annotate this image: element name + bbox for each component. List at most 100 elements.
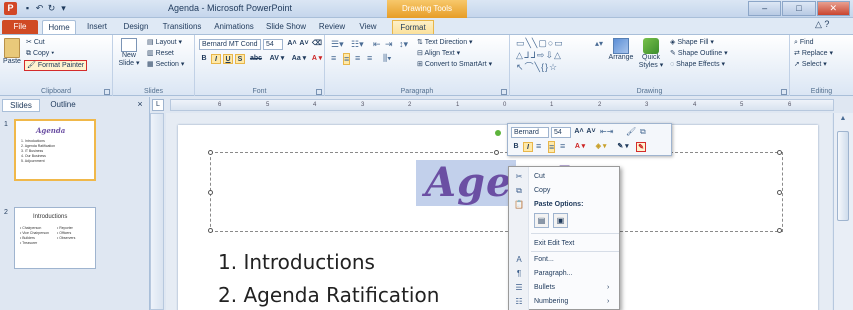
mini-shape-fill-button[interactable]: ◈ ▾ [592, 142, 610, 152]
justify-icon[interactable]: ≡ [367, 53, 372, 63]
tab-stop-selector[interactable]: L [152, 99, 164, 111]
cut-button[interactable]: ✂ Cut [26, 38, 45, 47]
vertical-scrollbar[interactable]: ▲ [833, 113, 853, 310]
tab-insert[interactable]: Insert [80, 20, 114, 34]
tab-transitions[interactable]: Transitions [158, 20, 206, 34]
mini-format-painter-icon[interactable]: 🖌 [626, 127, 636, 137]
font-size-combo[interactable]: 54 [263, 39, 283, 50]
find-button[interactable]: ⌕ Find [794, 38, 814, 47]
close-panel-icon[interactable]: × [134, 99, 146, 111]
mini-font-combo[interactable]: Bernard [511, 127, 549, 138]
close-button[interactable]: ✕ [816, 1, 850, 16]
bullets-icon[interactable]: ☰▾ [331, 39, 344, 49]
resize-handle[interactable] [777, 150, 782, 155]
mini-copy-icon[interactable]: ⧉ [640, 127, 646, 137]
font-color-button[interactable]: A ▾ [310, 54, 324, 64]
minimize-button[interactable]: – [748, 1, 782, 16]
slide-list-item[interactable]: 2. Agenda Ratification [218, 283, 439, 307]
center-icon[interactable]: ≡ [343, 53, 351, 65]
mini-bold-button[interactable]: B [511, 142, 521, 152]
copy-button[interactable]: ⧉ Copy ▾ [26, 49, 54, 58]
mini-indent-icons[interactable]: ⇤⇥ [600, 127, 613, 137]
menu-item-bullets[interactable]: ☰ Bullets › [509, 281, 619, 294]
menu-item-paragraph[interactable]: ¶ Paragraph... [509, 267, 619, 280]
undo-icon[interactable]: ↶ [34, 3, 45, 14]
mini-shrink-font-button[interactable]: A˅ [586, 127, 596, 137]
menu-item-numbering[interactable]: ☷ Numbering › [509, 295, 619, 308]
resize-handle[interactable] [777, 190, 782, 195]
section-button[interactable]: ▦ Section ▾ [147, 60, 184, 69]
scroll-up-icon[interactable]: ▲ [837, 115, 849, 125]
font-dialog-launcher-icon[interactable] [316, 89, 322, 95]
font-name-combo[interactable]: Bernard MT Cond [199, 39, 261, 50]
tab-view[interactable]: View [354, 20, 382, 34]
quick-styles-button[interactable]: Quick Styles ▾ [636, 38, 666, 70]
paste-picture-icon[interactable]: ▣ [553, 213, 568, 228]
shapes-gallery-row3[interactable]: ↖⌒╲{}☆ [516, 62, 594, 72]
dialog-launcher-icon[interactable] [104, 89, 110, 95]
menu-item-copy[interactable]: ⧉ Copy [509, 184, 619, 197]
numbering-icon[interactable]: ☷▾ [351, 39, 364, 49]
tab-animations[interactable]: Animations [210, 20, 258, 34]
align-left-icon[interactable]: ≡ [331, 53, 336, 63]
resize-handle[interactable] [494, 150, 499, 155]
paste-keep-formatting-icon[interactable]: ▤ [534, 213, 549, 228]
tab-slides[interactable]: Slides [2, 99, 40, 112]
shape-effects-button[interactable]: ◌ Shape Effects ▾ [670, 60, 725, 69]
powerpoint-app-icon[interactable]: P [4, 2, 17, 15]
slide-thumbnail-2[interactable]: Introductions • Chairperson • Vice Chair… [14, 207, 96, 269]
mini-shape-outline-button[interactable]: ✎ ▾ [614, 142, 632, 152]
italic-button[interactable]: I [211, 54, 221, 64]
shrink-font-button[interactable]: A˅ [299, 39, 309, 49]
paragraph-dialog-launcher-icon[interactable] [501, 89, 507, 95]
qat-dropdown-icon[interactable]: ▾ [58, 3, 69, 14]
mini-format-painter-button[interactable]: ✎ [636, 142, 646, 152]
redo-icon[interactable]: ↻ [46, 3, 57, 14]
underline-button[interactable]: U [223, 54, 233, 64]
scrollbar-thumb[interactable] [837, 131, 849, 221]
format-painter-button[interactable]: 🖌 Format Painter [24, 60, 88, 71]
shape-fill-button[interactable]: ◈ Shape Fill ▾ [670, 38, 714, 47]
columns-icon[interactable]: ⫼▾ [383, 53, 392, 63]
resize-handle[interactable] [208, 190, 213, 195]
drawing-dialog-launcher-icon[interactable] [781, 89, 787, 95]
mini-font-color-button[interactable]: A ▾ [572, 142, 588, 152]
convert-smartart-button[interactable]: ⊞ Convert to SmartArt ▾ [417, 60, 492, 69]
tab-outline[interactable]: Outline [42, 99, 84, 112]
change-case-button[interactable]: Aa ▾ [289, 54, 309, 64]
tab-review[interactable]: Review [314, 20, 350, 34]
decrease-indent-icon[interactable]: ⇤ [373, 39, 381, 49]
align-right-icon[interactable]: ≡ [355, 53, 360, 63]
mini-italic-button[interactable]: I [523, 142, 533, 152]
tab-file[interactable]: File [2, 20, 38, 34]
bold-button[interactable]: B [199, 54, 209, 64]
paste-button[interactable]: Paste [2, 38, 22, 66]
shapes-gallery-row1[interactable]: ▭╲╲▢○▭ [516, 38, 594, 48]
gallery-more-icon[interactable]: ▴▾ [595, 39, 603, 49]
reset-button[interactable]: ▥ Reset [147, 49, 174, 58]
text-shadow-button[interactable]: S [235, 54, 245, 64]
shapes-gallery-row2[interactable]: △ᒧᒧ⇨⇩△ [516, 50, 594, 60]
menu-item-exit-edit-text[interactable]: Exit Edit Text [509, 237, 619, 250]
slide-thumbnail-1[interactable]: Agenda 1. Introductions 2. Agenda Ratifi… [14, 119, 96, 181]
character-spacing-button[interactable]: AV ▾ [267, 54, 287, 64]
resize-handle[interactable] [208, 150, 213, 155]
text-direction-button[interactable]: ⇅ Text Direction ▾ [417, 38, 473, 47]
mini-center-icon[interactable]: ≡ [548, 141, 556, 153]
replace-button[interactable]: ⇄ Replace ▾ [794, 49, 833, 58]
resize-handle[interactable] [208, 228, 213, 233]
maximize-button[interactable]: □ [782, 1, 816, 16]
mini-grow-font-button[interactable]: A˄ [574, 127, 584, 137]
resize-handle[interactable] [777, 228, 782, 233]
tab-slide-show[interactable]: Slide Show [262, 20, 310, 34]
shape-outline-button[interactable]: ✎ Shape Outline ▾ [670, 49, 728, 58]
mini-align-right-icon[interactable]: ≡ [560, 141, 565, 151]
clear-formatting-button[interactable]: ⌫ [312, 39, 322, 49]
tab-format[interactable]: Format [392, 20, 434, 34]
mini-size-combo[interactable]: 54 [551, 127, 571, 138]
menu-item-cut[interactable]: ✂ Cut [509, 170, 619, 183]
grow-font-button[interactable]: A˄ [287, 39, 297, 49]
save-icon[interactable]: ▪ [22, 3, 33, 14]
increase-indent-icon[interactable]: ⇥ [385, 39, 393, 49]
strikethrough-button[interactable]: abc [248, 54, 264, 64]
